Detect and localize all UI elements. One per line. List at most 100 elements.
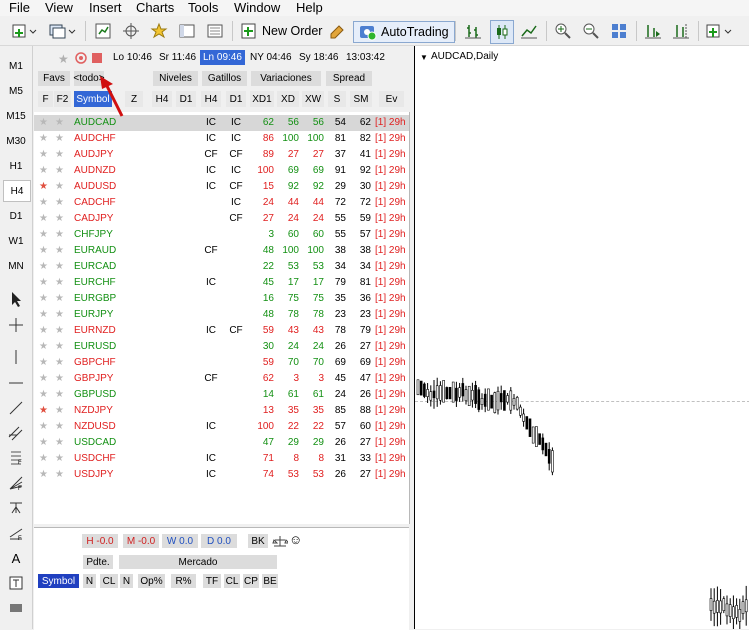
table-row[interactable]: ★ ★ EURJPY 48 78 78 23 23 [1] 29h bbox=[34, 307, 409, 323]
record-icon[interactable] bbox=[74, 51, 88, 68]
favorite-star-icon[interactable]: ★ bbox=[39, 117, 48, 129]
tab-niveles[interactable]: Niveles bbox=[153, 71, 198, 86]
favorite-star-icon[interactable]: ★ bbox=[39, 261, 48, 273]
timeframe-d1[interactable]: D1 bbox=[3, 205, 29, 227]
favorite-star-2-icon[interactable]: ★ bbox=[55, 357, 64, 369]
navigator-button[interactable] bbox=[148, 20, 170, 42]
menu-window[interactable]: Window bbox=[234, 0, 280, 15]
menu-insert[interactable]: Insert bbox=[89, 0, 122, 15]
timeframe-w1[interactable]: W1 bbox=[3, 230, 29, 252]
new-chart-button[interactable] bbox=[10, 20, 40, 42]
market-watch-button[interactable] bbox=[92, 20, 114, 42]
auto-scroll-button[interactable] bbox=[642, 20, 664, 42]
bk-button[interactable]: BK bbox=[248, 534, 268, 548]
timeframe-m5[interactable]: M5 bbox=[3, 80, 29, 102]
favorite-star-2-icon[interactable]: ★ bbox=[55, 149, 64, 161]
zoom-in-button[interactable] bbox=[552, 20, 574, 42]
timeframe-mn[interactable]: MN bbox=[3, 255, 29, 277]
terminal-button[interactable] bbox=[176, 20, 198, 42]
timeframe-h1[interactable]: H1 bbox=[3, 155, 29, 177]
table-row[interactable]: ★ ★ EURCHF IC 45 17 17 79 81 [1] 29h bbox=[34, 275, 409, 291]
fibo-retracement-tool[interactable]: F bbox=[5, 448, 27, 466]
favorite-star-2-icon[interactable]: ★ bbox=[55, 469, 64, 481]
favorite-star-2-icon[interactable]: ★ bbox=[55, 261, 64, 273]
column-header-d1-zone[interactable]: D1 bbox=[226, 91, 246, 107]
column-header-h4[interactable]: H4 bbox=[152, 91, 172, 107]
line-chart-button[interactable] bbox=[518, 20, 540, 42]
profiles-button[interactable] bbox=[46, 20, 78, 42]
bar-chart-button[interactable] bbox=[462, 20, 484, 42]
favorite-star-icon[interactable]: ★ bbox=[39, 245, 48, 257]
symbol-button[interactable]: Symbol bbox=[38, 574, 79, 588]
column-header-d1[interactable]: D1 bbox=[176, 91, 196, 107]
menu-tools[interactable]: Tools bbox=[188, 0, 218, 15]
favorite-star-2-icon[interactable]: ★ bbox=[55, 229, 64, 241]
favorite-star-icon[interactable]: ★ bbox=[39, 437, 48, 449]
table-row[interactable]: ★ ★ EURGBP 16 75 75 35 36 [1] 29h bbox=[34, 291, 409, 307]
favorite-star-icon[interactable]: ★ bbox=[39, 325, 48, 337]
favorite-star-2-icon[interactable]: ★ bbox=[55, 165, 64, 177]
be-button[interactable]: BE bbox=[262, 574, 278, 588]
column-header-xd1[interactable]: XD1 bbox=[250, 91, 274, 107]
table-row[interactable]: ★ ★ GBPUSD 14 61 61 24 26 [1] 29h bbox=[34, 387, 409, 403]
table-row[interactable]: ★ ★ EURCAD 22 53 53 34 34 [1] 29h bbox=[34, 259, 409, 275]
timeframe-m1[interactable]: M1 bbox=[3, 55, 29, 77]
trendline-tool[interactable] bbox=[5, 399, 27, 417]
favorite-star-icon[interactable]: ★ bbox=[39, 389, 48, 401]
column-header-xd[interactable]: XD bbox=[277, 91, 299, 107]
favorite-star-2-icon[interactable]: ★ bbox=[55, 245, 64, 257]
favorite-star-2-icon[interactable]: ★ bbox=[55, 341, 64, 353]
tab-gatillos[interactable]: Gatillos bbox=[202, 71, 247, 86]
r-percent-button[interactable]: R% bbox=[171, 574, 196, 588]
favorite-star-2-icon[interactable]: ★ bbox=[55, 309, 64, 321]
favorite-star-icon[interactable]: ★ bbox=[39, 357, 48, 369]
table-row[interactable]: ★ ★ USDCAD 47 29 29 26 27 [1] 29h bbox=[34, 435, 409, 451]
table-row[interactable]: ★ ★ AUDNZD IC IC 100 69 69 91 92 [1] 29h bbox=[34, 163, 409, 179]
tab-variaciones[interactable]: Variaciones bbox=[251, 71, 321, 86]
favorite-star-icon[interactable]: ★ bbox=[39, 373, 48, 385]
table-row[interactable]: ★ ★ AUDJPY CF CF 89 27 27 37 41 [1] 29h bbox=[34, 147, 409, 163]
text-label-tool[interactable] bbox=[5, 574, 27, 592]
favorite-star-icon[interactable]: ★ bbox=[39, 133, 48, 145]
favorite-star-icon[interactable]: ★ bbox=[39, 293, 48, 305]
favorite-star-2-icon[interactable]: ★ bbox=[55, 421, 64, 433]
favorite-star-icon[interactable]: ★ bbox=[39, 181, 48, 193]
favorite-star-2-icon[interactable]: ★ bbox=[55, 277, 64, 289]
star-icon[interactable]: ★ bbox=[58, 52, 69, 66]
n-button-2[interactable]: N bbox=[120, 574, 133, 588]
favorite-star-2-icon[interactable]: ★ bbox=[55, 117, 64, 129]
table-row[interactable]: ★ ★ USDCHF IC 71 8 8 31 33 [1] 29h bbox=[34, 451, 409, 467]
autotrading-button[interactable]: AutoTrading bbox=[353, 21, 455, 43]
favorite-star-icon[interactable]: ★ bbox=[39, 165, 48, 177]
table-row[interactable]: ★ ★ EURNZD IC CF 59 43 43 78 79 [1] 29h bbox=[34, 323, 409, 339]
fibo-arcs-tool[interactable] bbox=[5, 498, 27, 516]
scale-icon[interactable] bbox=[272, 534, 291, 551]
pdte-button[interactable]: Pdte. bbox=[83, 555, 113, 569]
table-row[interactable]: ★ ★ NZDJPY 13 35 35 85 88 [1] 29h bbox=[34, 403, 409, 419]
favorite-star-2-icon[interactable]: ★ bbox=[55, 133, 64, 145]
text-tool[interactable]: A bbox=[5, 549, 27, 567]
new-order-button[interactable]: New Order bbox=[240, 20, 322, 42]
favorite-star-2-icon[interactable]: ★ bbox=[55, 325, 64, 337]
favorite-star-icon[interactable]: ★ bbox=[39, 213, 48, 225]
cursor-tool[interactable] bbox=[5, 290, 27, 308]
favorite-star-icon[interactable]: ★ bbox=[39, 405, 48, 417]
favorite-star-2-icon[interactable]: ★ bbox=[55, 293, 64, 305]
column-header-f2[interactable]: F2 bbox=[54, 91, 71, 107]
column-header-xw[interactable]: XW bbox=[302, 91, 324, 107]
vertical-line-tool[interactable] bbox=[5, 348, 27, 366]
favorite-star-icon[interactable]: ★ bbox=[39, 309, 48, 321]
timeframe-h4[interactable]: H4 bbox=[3, 180, 31, 202]
chart-shift-button[interactable] bbox=[670, 20, 692, 42]
stop-icon[interactable] bbox=[92, 53, 102, 63]
cp-button[interactable]: CP bbox=[243, 574, 259, 588]
table-row[interactable]: ★ ★ CHFJPY 3 60 60 55 57 [1] 29h bbox=[34, 227, 409, 243]
favorite-star-icon[interactable]: ★ bbox=[39, 453, 48, 465]
favorite-star-icon[interactable]: ★ bbox=[39, 421, 48, 433]
favorite-star-2-icon[interactable]: ★ bbox=[55, 197, 64, 209]
op-percent-button[interactable]: Op% bbox=[138, 574, 165, 588]
menu-charts[interactable]: Charts bbox=[136, 0, 174, 15]
arrows-tool[interactable] bbox=[5, 599, 27, 617]
favorite-star-icon[interactable]: ★ bbox=[39, 341, 48, 353]
table-row[interactable]: ★ ★ GBPJPY CF 62 3 3 45 47 [1] 29h bbox=[34, 371, 409, 387]
